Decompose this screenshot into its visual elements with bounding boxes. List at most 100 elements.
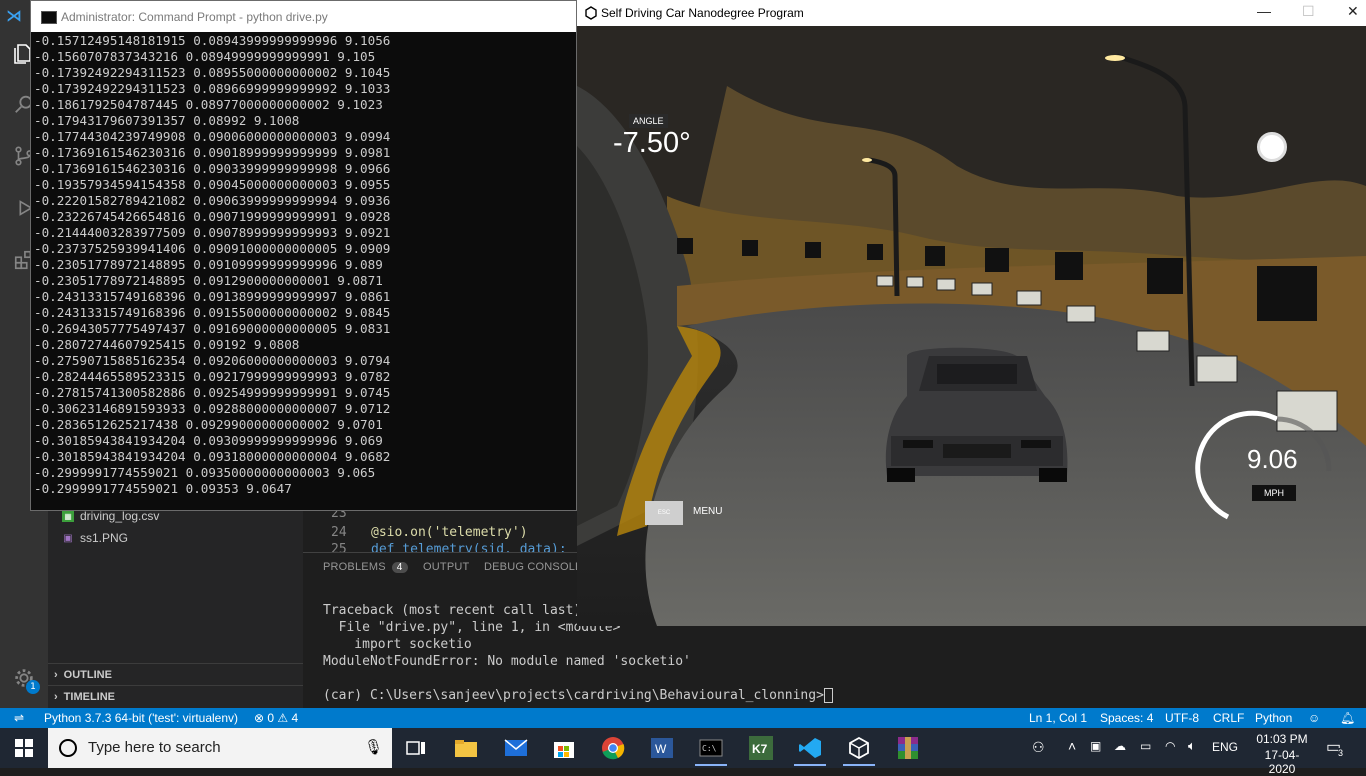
- cmd-output-line: -0.23737525939941406 0.09091000000000005…: [34, 241, 391, 256]
- cmd-output[interactable]: -0.15712495148181915 0.08943999999999996…: [34, 33, 390, 497]
- tab-output[interactable]: OUTPUT: [423, 561, 469, 573]
- problems-count-badge: 4: [391, 562, 408, 573]
- record-button[interactable]: [1257, 132, 1287, 162]
- k7-tray-icon[interactable]: ▣: [1090, 739, 1101, 753]
- bell-icon[interactable]: 🔔︎: [1340, 711, 1355, 725]
- speed-unit: MPH: [1252, 485, 1296, 501]
- tab-problems[interactable]: PROBLEMS 4: [323, 561, 408, 573]
- word-icon[interactable]: W: [646, 732, 678, 764]
- cmd-output-line: -0.26943057775497437 0.09169000000000005…: [34, 321, 391, 336]
- outline-section[interactable]: › OUTLINE: [48, 663, 303, 685]
- cmd-title-bar[interactable]: Administrator: Command Prompt - python d…: [31, 1, 576, 32]
- store-icon[interactable]: [548, 732, 580, 764]
- cmd-output-line: -0.22201582789421082 0.09063999999999994…: [34, 193, 391, 208]
- unity-icon: [584, 6, 598, 20]
- cmd-taskbar-icon[interactable]: C:\: [695, 732, 727, 766]
- wifi-icon[interactable]: ◠: [1165, 739, 1175, 753]
- battery-icon[interactable]: ▭: [1140, 739, 1151, 753]
- angle-label: ANGLE: [629, 114, 668, 128]
- taskbar-search-box[interactable]: Type here to search 🎙︎: [48, 728, 392, 768]
- file-name: ss1.PNG: [80, 531, 129, 545]
- timeline-section[interactable]: › TIMELINE: [48, 685, 303, 707]
- vscode-logo-icon: ⋊: [6, 6, 22, 25]
- people-icon[interactable]: ⚇: [1032, 739, 1045, 756]
- terminal-line: ModuleNotFoundError: No module named 'so…: [323, 654, 691, 669]
- encoding[interactable]: UTF-8: [1165, 711, 1199, 725]
- cmd-output-line: -0.2999991774559021 0.09353 9.0647: [34, 481, 292, 496]
- driving-scene: [577, 26, 1366, 626]
- file-name: driving_log.csv: [80, 509, 160, 523]
- clock-date: 17-04-2020: [1264, 748, 1300, 776]
- manage-gear-icon[interactable]: 1: [8, 662, 40, 694]
- python-interpreter[interactable]: Python 3.7.3 64-bit ('test': virtualenv): [44, 711, 238, 725]
- chrome-icon[interactable]: [597, 732, 629, 764]
- winrar-icon[interactable]: [892, 732, 924, 764]
- cmd-title: Administrator: Command Prompt - python d…: [61, 10, 328, 24]
- cmd-output-line: -0.17369161546230316 0.09018999999999999…: [34, 145, 391, 160]
- cmd-output-line: -0.17392492294311523 0.08955000000000002…: [34, 65, 391, 80]
- cmd-output-line: -0.27590715885162354 0.09206000000000003…: [34, 353, 391, 368]
- file-item-ss1[interactable]: ▣ ss1.PNG: [62, 531, 128, 545]
- terminal-cursor: [823, 688, 833, 703]
- search-placeholder: Type here to search: [88, 739, 221, 756]
- decorator-text: @sio.on('telemetry'): [371, 525, 528, 540]
- unity-taskbar-icon[interactable]: [843, 732, 875, 766]
- line-number: 24: [331, 525, 347, 540]
- windows-taskbar: Type here to search 🎙︎ W C:\ K7 ⚇ ˄ ▣ ☁ …: [0, 728, 1366, 776]
- cmd-output-line: -0.23051778972148895 0.09109999999999996…: [34, 257, 383, 272]
- sim-title-bar[interactable]: Self Driving Car Nanodegree Program — ☐ …: [577, 0, 1366, 26]
- cursor-position[interactable]: Ln 1, Col 1: [1029, 711, 1087, 725]
- code-line: def telemetry(sid, data):: [371, 542, 567, 552]
- menu-label: MENU: [693, 506, 723, 517]
- mail-icon[interactable]: [500, 732, 532, 764]
- cmd-output-line: -0.24313315749168396 0.09155000000000002…: [34, 305, 391, 320]
- tab-debug-console[interactable]: DEBUG CONSOLE: [484, 561, 583, 573]
- k7-antivirus-icon[interactable]: K7: [745, 732, 777, 764]
- terminal-line: File "drive.py", line 1, in <module>: [323, 620, 621, 635]
- problems-status[interactable]: ⊗ 0 ⚠ 4: [254, 711, 298, 725]
- sim-title: Self Driving Car Nanodegree Program: [601, 6, 804, 20]
- outline-label: OUTLINE: [63, 668, 112, 681]
- input-language[interactable]: ENG: [1212, 740, 1238, 754]
- cmd-output-line: -0.30185943841934204 0.09309999999999996…: [34, 433, 383, 448]
- start-button[interactable]: [0, 728, 48, 768]
- cmd-output-line: -0.15712495148181915 0.08943999999999996…: [34, 33, 391, 48]
- vscode-taskbar-icon[interactable]: [794, 732, 826, 766]
- cmd-output-line: -0.24313315749168396 0.09138999999999997…: [34, 289, 391, 304]
- feedback-icon[interactable]: ☺: [1308, 711, 1320, 725]
- microphone-icon[interactable]: 🎙︎: [364, 738, 383, 756]
- svg-text:C:\: C:\: [702, 744, 717, 753]
- file-item-driving-log[interactable]: ▦ driving_log.csv: [62, 509, 159, 523]
- cmd-output-line: -0.2836512625217438 0.09299000000000002 …: [34, 417, 383, 432]
- esc-button[interactable]: ESC: [645, 501, 683, 525]
- language-mode[interactable]: Python: [1255, 711, 1292, 725]
- cmd-output-line: -0.1560707837343216 0.08949999999999991 …: [34, 49, 376, 64]
- chevron-right-icon: ›: [54, 690, 58, 703]
- cmd-output-line: -0.17744304239749908 0.09006000000000003…: [34, 129, 391, 144]
- code-line: @sio.on('telemetry'): [371, 525, 528, 540]
- task-view-icon[interactable]: [400, 732, 432, 764]
- terminal-line: Traceback (most recent call last):: [323, 603, 590, 618]
- prompt-text: (car) C:\Users\sanjeev\projects\cardrivi…: [323, 688, 824, 703]
- volume-icon[interactable]: 🔈︎: [1188, 738, 1196, 754]
- cmd-output-line: -0.30185943841934204 0.09318000000000004…: [34, 449, 391, 464]
- chevron-right-icon: ›: [54, 668, 58, 681]
- remote-icon[interactable]: ⇌: [14, 711, 24, 725]
- maximize-button[interactable]: ☐: [1302, 3, 1315, 20]
- minimize-button[interactable]: —: [1257, 3, 1271, 19]
- csv-file-icon: ▦: [62, 510, 74, 522]
- accounts-badge: 1: [26, 680, 40, 694]
- clock[interactable]: 01:03 PM 17-04-2020: [1252, 732, 1312, 776]
- close-button[interactable]: ✕: [1347, 3, 1359, 20]
- indentation[interactable]: Spaces: 4: [1100, 711, 1153, 725]
- terminal-prompt: (car) C:\Users\sanjeev\projects\cardrivi…: [323, 688, 833, 703]
- windows-logo-icon: [15, 739, 33, 757]
- cmd-output-line: -0.1861792504787445 0.08977000000000002 …: [34, 97, 383, 112]
- chevron-up-icon[interactable]: ˄: [1068, 738, 1076, 754]
- cloud-icon[interactable]: ☁: [1114, 739, 1126, 753]
- tab-label: PROBLEMS: [323, 561, 386, 573]
- line-ending[interactable]: CRLF: [1213, 711, 1244, 725]
- file-explorer-icon[interactable]: [450, 732, 482, 764]
- cmd-output-line: -0.17369161546230316 0.09033999999999998…: [34, 161, 391, 176]
- status-bar: ⇌ Python 3.7.3 64-bit ('test': virtualen…: [0, 708, 1366, 728]
